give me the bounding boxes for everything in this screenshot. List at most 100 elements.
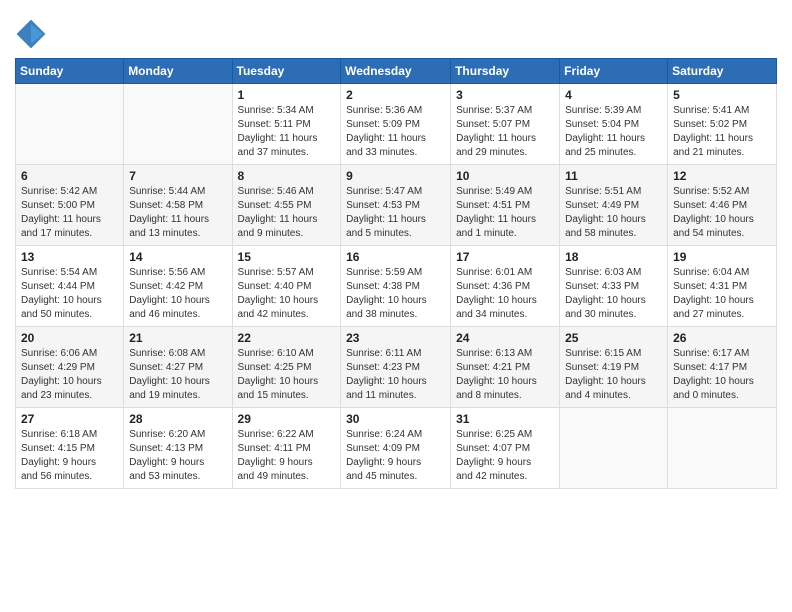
weekday-header-row: SundayMondayTuesdayWednesdayThursdayFrid… xyxy=(16,59,777,84)
calendar-cell: 8 Sunrise: 5:46 AM Sunset: 4:55 PM Daylig… xyxy=(232,165,341,246)
day-detail: Sunrise: 5:39 AM Sunset: 5:04 PM Dayligh… xyxy=(565,104,662,160)
calendar-cell: 2 Sunrise: 5:36 AM Sunset: 5:09 PM Daylig… xyxy=(341,84,451,165)
calendar-cell: 23 Sunrise: 6:11 AM Sunset: 4:23 PM Dayli… xyxy=(341,327,451,408)
day-detail: Sunrise: 6:18 AM Sunset: 4:15 PM Dayligh… xyxy=(21,428,118,484)
calendar-cell: 17 Sunrise: 6:01 AM Sunset: 4:36 PM Dayli… xyxy=(451,246,560,327)
logo-icon xyxy=(15,18,47,50)
header xyxy=(15,10,777,50)
day-detail: Sunrise: 6:24 AM Sunset: 4:09 PM Dayligh… xyxy=(346,428,445,484)
calendar-cell xyxy=(16,84,124,165)
calendar-cell xyxy=(668,408,777,489)
weekday-header-monday: Monday xyxy=(124,59,232,84)
day-detail: Sunrise: 5:56 AM Sunset: 4:42 PM Dayligh… xyxy=(129,266,226,322)
calendar-cell: 30 Sunrise: 6:24 AM Sunset: 4:09 PM Dayli… xyxy=(341,408,451,489)
day-detail: Sunrise: 5:59 AM Sunset: 4:38 PM Dayligh… xyxy=(346,266,445,322)
day-detail: Sunrise: 5:54 AM Sunset: 4:44 PM Dayligh… xyxy=(21,266,118,322)
calendar-cell: 3 Sunrise: 5:37 AM Sunset: 5:07 PM Daylig… xyxy=(451,84,560,165)
day-detail: Sunrise: 6:11 AM Sunset: 4:23 PM Dayligh… xyxy=(346,347,445,403)
calendar-cell: 27 Sunrise: 6:18 AM Sunset: 4:15 PM Dayli… xyxy=(16,408,124,489)
day-number: 31 xyxy=(456,412,554,426)
day-number: 16 xyxy=(346,250,445,264)
day-detail: Sunrise: 6:03 AM Sunset: 4:33 PM Dayligh… xyxy=(565,266,662,322)
day-detail: Sunrise: 6:10 AM Sunset: 4:25 PM Dayligh… xyxy=(238,347,336,403)
calendar-cell: 31 Sunrise: 6:25 AM Sunset: 4:07 PM Dayli… xyxy=(451,408,560,489)
day-detail: Sunrise: 5:46 AM Sunset: 4:55 PM Dayligh… xyxy=(238,185,336,241)
day-detail: Sunrise: 6:08 AM Sunset: 4:27 PM Dayligh… xyxy=(129,347,226,403)
day-number: 12 xyxy=(673,169,771,183)
day-number: 24 xyxy=(456,331,554,345)
day-number: 28 xyxy=(129,412,226,426)
day-detail: Sunrise: 6:20 AM Sunset: 4:13 PM Dayligh… xyxy=(129,428,226,484)
day-detail: Sunrise: 5:47 AM Sunset: 4:53 PM Dayligh… xyxy=(346,185,445,241)
day-number: 25 xyxy=(565,331,662,345)
logo xyxy=(15,18,51,50)
calendar-cell: 14 Sunrise: 5:56 AM Sunset: 4:42 PM Dayli… xyxy=(124,246,232,327)
page: SundayMondayTuesdayWednesdayThursdayFrid… xyxy=(0,0,792,612)
day-detail: Sunrise: 5:51 AM Sunset: 4:49 PM Dayligh… xyxy=(565,185,662,241)
weekday-header-wednesday: Wednesday xyxy=(341,59,451,84)
calendar-cell: 5 Sunrise: 5:41 AM Sunset: 5:02 PM Daylig… xyxy=(668,84,777,165)
day-detail: Sunrise: 6:25 AM Sunset: 4:07 PM Dayligh… xyxy=(456,428,554,484)
calendar-cell: 6Sunrise: 5:42 AM Sunset: 5:00 PM Daylig… xyxy=(16,165,124,246)
day-detail: Sunrise: 6:15 AM Sunset: 4:19 PM Dayligh… xyxy=(565,347,662,403)
day-number: 22 xyxy=(238,331,336,345)
day-detail: Sunrise: 5:52 AM Sunset: 4:46 PM Dayligh… xyxy=(673,185,771,241)
day-number: 7 xyxy=(129,169,226,183)
day-number: 23 xyxy=(346,331,445,345)
calendar-cell xyxy=(124,84,232,165)
calendar-cell: 7Sunrise: 5:44 AM Sunset: 4:58 PM Daylig… xyxy=(124,165,232,246)
day-detail: Sunrise: 5:49 AM Sunset: 4:51 PM Dayligh… xyxy=(456,185,554,241)
calendar-week-row: 13Sunrise: 5:54 AM Sunset: 4:44 PM Dayli… xyxy=(16,246,777,327)
calendar-cell: 18 Sunrise: 6:03 AM Sunset: 4:33 PM Dayli… xyxy=(560,246,668,327)
calendar-week-row: 20 Sunrise: 6:06 AM Sunset: 4:29 PM Dayli… xyxy=(16,327,777,408)
day-detail: Sunrise: 6:04 AM Sunset: 4:31 PM Dayligh… xyxy=(673,266,771,322)
calendar-cell: 4 Sunrise: 5:39 AM Sunset: 5:04 PM Daylig… xyxy=(560,84,668,165)
day-number: 21 xyxy=(129,331,226,345)
day-number: 29 xyxy=(238,412,336,426)
calendar-cell xyxy=(560,408,668,489)
day-number: 18 xyxy=(565,250,662,264)
day-number: 8 xyxy=(238,169,336,183)
weekday-header-thursday: Thursday xyxy=(451,59,560,84)
calendar-cell: 26Sunrise: 6:17 AM Sunset: 4:17 PM Dayli… xyxy=(668,327,777,408)
day-number: 27 xyxy=(21,412,118,426)
day-number: 17 xyxy=(456,250,554,264)
calendar-cell: 22 Sunrise: 6:10 AM Sunset: 4:25 PM Dayli… xyxy=(232,327,341,408)
day-number: 1 xyxy=(238,88,336,102)
day-detail: Sunrise: 5:57 AM Sunset: 4:40 PM Dayligh… xyxy=(238,266,336,322)
day-number: 15 xyxy=(238,250,336,264)
weekday-header-sunday: Sunday xyxy=(16,59,124,84)
calendar-cell: 15 Sunrise: 5:57 AM Sunset: 4:40 PM Dayli… xyxy=(232,246,341,327)
day-detail: Sunrise: 5:36 AM Sunset: 5:09 PM Dayligh… xyxy=(346,104,445,160)
day-number: 9 xyxy=(346,169,445,183)
day-detail: Sunrise: 5:41 AM Sunset: 5:02 PM Dayligh… xyxy=(673,104,771,160)
day-detail: Sunrise: 5:37 AM Sunset: 5:07 PM Dayligh… xyxy=(456,104,554,160)
weekday-header-friday: Friday xyxy=(560,59,668,84)
day-number: 20 xyxy=(21,331,118,345)
calendar-cell: 20 Sunrise: 6:06 AM Sunset: 4:29 PM Dayli… xyxy=(16,327,124,408)
day-number: 2 xyxy=(346,88,445,102)
calendar-cell: 28 Sunrise: 6:20 AM Sunset: 4:13 PM Dayli… xyxy=(124,408,232,489)
calendar-cell: 10Sunrise: 5:49 AM Sunset: 4:51 PM Dayli… xyxy=(451,165,560,246)
day-number: 14 xyxy=(129,250,226,264)
day-number: 4 xyxy=(565,88,662,102)
calendar-cell: 11Sunrise: 5:51 AM Sunset: 4:49 PM Dayli… xyxy=(560,165,668,246)
weekday-header-saturday: Saturday xyxy=(668,59,777,84)
day-detail: Sunrise: 6:01 AM Sunset: 4:36 PM Dayligh… xyxy=(456,266,554,322)
day-number: 19 xyxy=(673,250,771,264)
calendar-week-row: 6Sunrise: 5:42 AM Sunset: 5:00 PM Daylig… xyxy=(16,165,777,246)
calendar-week-row: 27 Sunrise: 6:18 AM Sunset: 4:15 PM Dayli… xyxy=(16,408,777,489)
calendar-cell: 1Sunrise: 5:34 AM Sunset: 5:11 PM Daylig… xyxy=(232,84,341,165)
day-number: 3 xyxy=(456,88,554,102)
day-detail: Sunrise: 5:42 AM Sunset: 5:00 PM Dayligh… xyxy=(21,185,118,241)
day-detail: Sunrise: 6:22 AM Sunset: 4:11 PM Dayligh… xyxy=(238,428,336,484)
calendar-cell: 29 Sunrise: 6:22 AM Sunset: 4:11 PM Dayli… xyxy=(232,408,341,489)
calendar-cell: 13Sunrise: 5:54 AM Sunset: 4:44 PM Dayli… xyxy=(16,246,124,327)
day-detail: Sunrise: 6:13 AM Sunset: 4:21 PM Dayligh… xyxy=(456,347,554,403)
day-number: 5 xyxy=(673,88,771,102)
day-detail: Sunrise: 6:06 AM Sunset: 4:29 PM Dayligh… xyxy=(21,347,118,403)
day-number: 30 xyxy=(346,412,445,426)
day-detail: Sunrise: 6:17 AM Sunset: 4:17 PM Dayligh… xyxy=(673,347,771,403)
calendar-cell: 24 Sunrise: 6:13 AM Sunset: 4:21 PM Dayli… xyxy=(451,327,560,408)
calendar-cell: 19 Sunrise: 6:04 AM Sunset: 4:31 PM Dayli… xyxy=(668,246,777,327)
